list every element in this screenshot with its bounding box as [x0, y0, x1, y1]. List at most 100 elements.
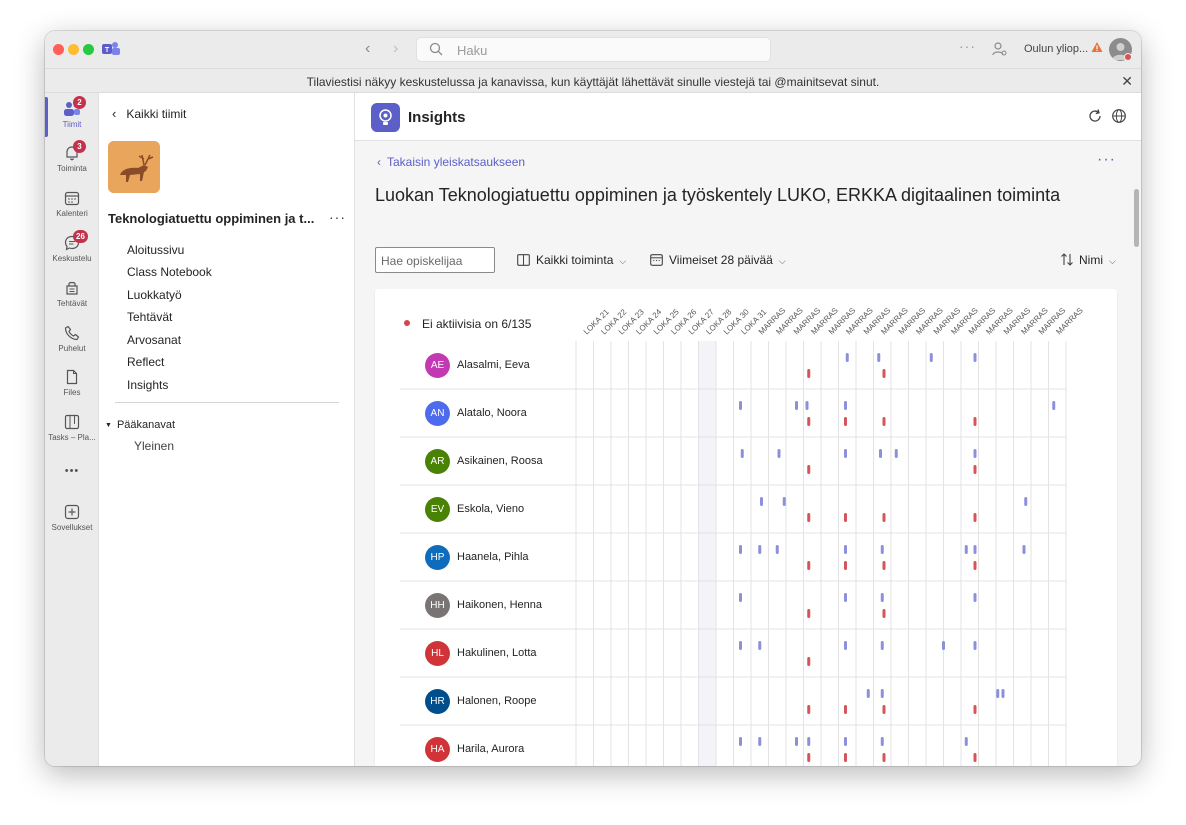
sort-icon [1061, 253, 1073, 266]
menu-item-insights[interactable]: Insights [127, 378, 168, 392]
warning-icon[interactable] [1091, 41, 1103, 53]
activity-mark [844, 593, 847, 602]
menu-item-grades[interactable]: Arvosanat [127, 333, 181, 347]
teams-badge: 2 [73, 96, 86, 109]
meeting-mark [882, 609, 886, 618]
channels-header[interactable]: ▼ Pääkanavat [105, 419, 175, 431]
minimize-window-button[interactable] [68, 44, 79, 55]
close-window-button[interactable] [53, 44, 64, 55]
student-name: Haanela, Pihla [457, 551, 529, 563]
file-icon [66, 369, 78, 385]
back-to-overview-label: Takaisin yleiskatsaukseen [387, 155, 526, 169]
menu-item-assignments[interactable]: Tehtävät [127, 310, 172, 324]
meeting-mark [973, 753, 977, 762]
menu-item-classwork[interactable]: Luokkatyö [127, 288, 182, 302]
rail-item-planner[interactable]: Tasks – Pla... [45, 414, 99, 442]
main-area: Insights ‹ Takaisin yleiskatsaukseen ··· … [355, 93, 1141, 766]
student-avatar: HH [425, 593, 450, 618]
student-row[interactable]: HA Harila, Aurora [400, 725, 575, 766]
more-options-icon[interactable]: ··· [959, 38, 976, 54]
activity-mark [739, 737, 742, 746]
activity-mark [894, 449, 898, 458]
meeting-mark [807, 465, 811, 474]
team-name[interactable]: Teknologiatuettu oppiminen ja t... [108, 211, 314, 226]
activity-mark [973, 449, 977, 458]
rail-label-files: Files [63, 388, 81, 397]
sort-dropdown[interactable]: Nimi ⌵ [1061, 253, 1116, 267]
activity-mark [880, 641, 884, 650]
search-placeholder: Haku [457, 43, 488, 58]
presence-status-icon [1124, 53, 1132, 61]
all-teams-back-button[interactable]: ‹ Kaikki tiimit [112, 106, 186, 121]
meeting-mark [882, 753, 886, 762]
all-teams-label: Kaikki tiimit [126, 107, 187, 121]
rail-label-calls: Puhelut [58, 344, 86, 353]
rail-item-apps[interactable]: Sovellukset [45, 504, 99, 532]
student-row[interactable]: AR Asikainen, Roosa [400, 437, 575, 485]
back-arrow-icon[interactable]: ‹ [365, 40, 370, 58]
activity-mark [964, 737, 968, 746]
assignments-icon [66, 281, 78, 295]
student-row[interactable]: HL Hakulinen, Lotta [400, 629, 575, 677]
chevron-down-icon: ⌵ [619, 256, 627, 266]
channel-general[interactable]: Yleinen [134, 439, 174, 453]
activity-mark [880, 689, 884, 698]
phone-icon [64, 325, 80, 341]
menu-item-home[interactable]: Aloitussivu [127, 243, 184, 257]
organization-name[interactable]: Oulun yliop... [1024, 43, 1088, 55]
student-avatar: HL [425, 641, 450, 666]
student-name: Eskola, Vieno [457, 503, 525, 515]
activity-mark [1001, 689, 1005, 698]
activity-mark [845, 353, 849, 362]
more-options-icon[interactable]: ··· [1097, 151, 1116, 169]
student-row[interactable]: HH Haikonen, Henna [400, 581, 575, 629]
team-options-icon[interactable]: ··· [329, 209, 346, 225]
activity-mark [879, 449, 882, 458]
back-to-overview-link[interactable]: ‹ Takaisin yleiskatsaukseen [377, 155, 525, 169]
activity-mark [758, 641, 762, 650]
meeting-mark [844, 513, 847, 522]
maximize-window-button[interactable] [83, 44, 94, 55]
refresh-icon[interactable] [1087, 108, 1103, 124]
menu-item-reflect[interactable]: Reflect [127, 355, 164, 369]
more-apps-button[interactable]: ••• [45, 465, 99, 477]
student-name: Alasalmi, Eeva [457, 359, 530, 371]
activity-grid-card: Ei aktiivisia on 6/135 LOKA 21 LOKA 22 LOK… [375, 289, 1117, 766]
student-row[interactable]: HP Haanela, Pihla [400, 533, 575, 581]
student-row[interactable]: AE Alasalmi, Eeva [400, 341, 575, 389]
globe-icon[interactable] [1111, 108, 1127, 124]
rail-label-teams: Tiimit [62, 120, 82, 129]
rail-item-activity[interactable]: 3 Toiminta [45, 140, 99, 173]
activity-badge: 3 [73, 140, 86, 153]
page-title: Luokan Teknologiatuettu oppiminen ja työ… [375, 185, 1061, 205]
rail-item-calls[interactable]: Puhelut [45, 325, 99, 353]
rail-item-files[interactable]: Files [45, 369, 99, 397]
student-name: Haikonen, Henna [457, 599, 543, 611]
meeting-mark [807, 705, 811, 714]
activity-filter-dropdown[interactable]: Kaikki toiminta ⌵ [517, 253, 626, 267]
activity-mark [807, 737, 811, 746]
app-window: T ‹ › Haku ··· Oulun yliop... Tilaviesti… [45, 31, 1141, 766]
content-scrollbar[interactable] [1134, 189, 1139, 247]
forward-arrow-icon[interactable]: › [393, 40, 398, 58]
student-search-input[interactable]: Hae opiskelijaa [375, 247, 495, 273]
menu-item-class-notebook[interactable]: Class Notebook [127, 265, 212, 279]
meeting-mark [973, 513, 977, 522]
people-settings-icon[interactable] [991, 41, 1007, 57]
student-row[interactable]: AN Alatalo, Noora [400, 389, 575, 437]
info-banner: Tilaviestisi näkyy keskustelussa ja kana… [45, 68, 1141, 93]
close-icon[interactable]: ✕ [1121, 73, 1133, 90]
rail-item-teams[interactable]: 2 Tiimit [45, 96, 99, 129]
rail-label-planner: Tasks – Pla... [48, 433, 96, 442]
rail-item-calendar[interactable]: Kalenteri [45, 190, 99, 218]
global-search-input[interactable]: Haku [416, 37, 771, 62]
highlight-column [698, 341, 716, 766]
period-filter-dropdown[interactable]: Viimeiset 28 päivää ⌵ [650, 253, 786, 267]
rail-item-assignments[interactable]: Tehtävät [45, 280, 99, 308]
sort-label: Nimi [1079, 253, 1103, 267]
student-name: Hakulinen, Lotta [457, 647, 537, 659]
rail-item-chat[interactable]: 26 Keskustelu [45, 230, 99, 263]
meeting-mark [807, 753, 811, 762]
student-row[interactable]: EV Eskola, Vieno [400, 485, 575, 533]
student-row[interactable]: HR Halonen, Roope [400, 677, 575, 725]
